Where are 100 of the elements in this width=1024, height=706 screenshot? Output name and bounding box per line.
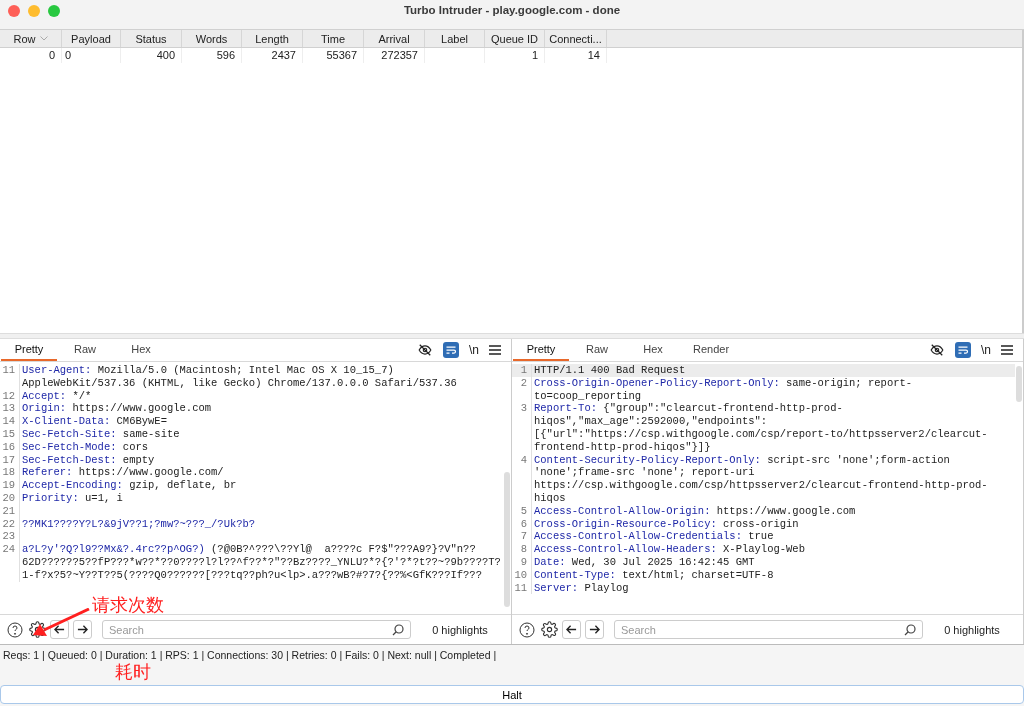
editor-tab[interactable]: Render bbox=[681, 339, 742, 361]
column-header[interactable]: Payload bbox=[62, 30, 121, 47]
table-cell: 596 bbox=[182, 48, 242, 63]
code-line: Date: Wed, 30 Jul 2025 16:42:45 GMT bbox=[533, 555, 756, 569]
code-line: User-Agent: Mozilla/5.0 (Macintosh; Intel Mac OS X 10_15_7) AppleWebKit/537.36 (KHTML, like Gecko) Chrome/137.0.0.0 Safari/537.36 bbox=[21, 364, 458, 390]
arrow-left-icon bbox=[566, 624, 577, 635]
next-button[interactable] bbox=[585, 620, 604, 639]
column-label: Arrival bbox=[378, 32, 410, 45]
line-number: 22 bbox=[0, 517, 20, 531]
help-icon[interactable] bbox=[518, 620, 536, 639]
line-number: 4 bbox=[512, 453, 532, 505]
editor-tab[interactable]: Raw bbox=[569, 339, 625, 361]
menu-icon[interactable] bbox=[1001, 345, 1013, 355]
line-number: 9 bbox=[512, 555, 532, 569]
settings-icon[interactable] bbox=[540, 620, 558, 639]
highlights-count: 0 highlights bbox=[943, 623, 1001, 636]
code-line: Access-Control-Allow-Credentials: true bbox=[533, 530, 775, 544]
editor-tab[interactable]: Hex bbox=[113, 339, 169, 361]
column-label: Label bbox=[441, 32, 468, 45]
arrow-right-icon bbox=[589, 624, 600, 635]
editor-tab[interactable]: Raw bbox=[57, 339, 113, 361]
code-line: Access-Control-Allow-Origin: https://www.google.com bbox=[533, 504, 857, 518]
table-cell: 400 bbox=[121, 48, 182, 63]
code-line: X-Client-Data: CM6BywE= bbox=[21, 415, 168, 428]
column-header[interactable]: Length bbox=[242, 30, 303, 47]
column-label: Payload bbox=[71, 32, 111, 45]
code-line: Sec-Fetch-Site: same-site bbox=[21, 428, 181, 441]
previous-button[interactable] bbox=[562, 620, 581, 639]
line-number: 17 bbox=[0, 453, 20, 467]
line-number: 11 bbox=[512, 581, 532, 595]
search-icon bbox=[904, 624, 916, 636]
scrollbar-thumb[interactable] bbox=[504, 472, 510, 607]
line-number: 20 bbox=[0, 491, 20, 505]
line-number: 13 bbox=[0, 402, 20, 416]
column-header[interactable]: Arrival bbox=[364, 30, 425, 47]
annotation-text: 请求次数 bbox=[92, 595, 164, 615]
halt-button[interactable]: Halt bbox=[0, 685, 1024, 704]
column-label: Words bbox=[195, 32, 228, 45]
highlights-count: 0 highlights bbox=[431, 623, 489, 636]
code-line: Server: Playlog bbox=[533, 581, 630, 595]
code-line: Cross-Origin-Resource-Policy: cross-origin bbox=[533, 517, 800, 531]
table-cell: 2437 bbox=[242, 48, 303, 63]
line-number: 18 bbox=[0, 466, 20, 480]
code-line: Cross-Origin-Opener-Policy-Report-Only: same-origin; report-to=coop_reporting bbox=[533, 376, 914, 403]
wrap-icon bbox=[445, 344, 457, 356]
column-header[interactable]: Label bbox=[425, 30, 485, 47]
column-label: Queue ID bbox=[490, 32, 539, 45]
editor-tab[interactable]: Hex bbox=[625, 339, 681, 361]
line-number: 24 bbox=[0, 543, 20, 582]
line-number: 6 bbox=[512, 517, 532, 531]
line-number: 23 bbox=[0, 530, 20, 544]
code-line: Content-Type: text/html; charset=UTF-8 bbox=[533, 568, 775, 582]
menu-icon[interactable] bbox=[489, 345, 501, 355]
newline-button[interactable]: \n bbox=[981, 343, 991, 357]
hide-button[interactable] bbox=[929, 342, 945, 358]
close-icon[interactable] bbox=[8, 5, 20, 17]
column-header[interactable]: Words bbox=[182, 30, 242, 47]
column-header[interactable]: Connecti... bbox=[545, 30, 607, 47]
column-header[interactable]: Row bbox=[0, 30, 62, 47]
help-icon[interactable] bbox=[6, 620, 24, 639]
eye-off-icon bbox=[418, 343, 432, 357]
annotation-arrow bbox=[32, 608, 90, 636]
line-number: 8 bbox=[512, 543, 532, 556]
column-label: Status bbox=[135, 32, 167, 45]
line-number: 1 bbox=[512, 364, 532, 377]
next-button[interactable] bbox=[73, 620, 92, 639]
search-field[interactable]: Search bbox=[614, 620, 923, 639]
column-label: Connecti... bbox=[549, 32, 602, 45]
table-cell: 272357 bbox=[364, 48, 425, 63]
table-cell: 1 bbox=[485, 48, 545, 63]
eye-off-icon bbox=[930, 343, 944, 357]
line-number: 21 bbox=[0, 504, 20, 518]
column-header[interactable]: Queue ID bbox=[485, 30, 545, 47]
table-cell: 55367 bbox=[303, 48, 364, 63]
line-number: 14 bbox=[0, 415, 20, 428]
table-cell: 14 bbox=[545, 48, 607, 63]
column-header[interactable]: Status bbox=[121, 30, 182, 47]
search-icon bbox=[392, 624, 404, 636]
scrollbar-thumb[interactable] bbox=[1016, 366, 1022, 402]
arrow-left-icon bbox=[54, 624, 65, 635]
line-number: 15 bbox=[0, 428, 20, 441]
editor-tab[interactable]: Pretty bbox=[1, 339, 57, 361]
arrow-right-icon bbox=[77, 624, 88, 635]
code-line: Access-Control-Allow-Headers: X-Playlog-Web bbox=[533, 543, 806, 556]
table-cell: 0 bbox=[0, 48, 62, 63]
line-number: 12 bbox=[0, 389, 20, 403]
wrap-button[interactable] bbox=[955, 342, 971, 358]
hide-button[interactable] bbox=[417, 342, 433, 358]
wrap-icon bbox=[957, 344, 969, 356]
editor-tab[interactable]: Pretty bbox=[513, 339, 569, 361]
line-number: 19 bbox=[0, 479, 20, 492]
search-field[interactable]: Search bbox=[102, 620, 411, 639]
column-header[interactable]: Time bbox=[303, 30, 364, 47]
window-title: Turbo Intruder - play.google.com - done bbox=[402, 4, 622, 16]
code-line: Priority: u=1, i bbox=[21, 491, 124, 505]
column-label: Row bbox=[13, 32, 36, 45]
code-line: HTTP/1.1 400 Bad Request bbox=[533, 364, 687, 377]
wrap-button[interactable] bbox=[443, 342, 459, 358]
newline-button[interactable]: \n bbox=[469, 343, 479, 357]
code-line: Accept: */* bbox=[21, 389, 93, 403]
